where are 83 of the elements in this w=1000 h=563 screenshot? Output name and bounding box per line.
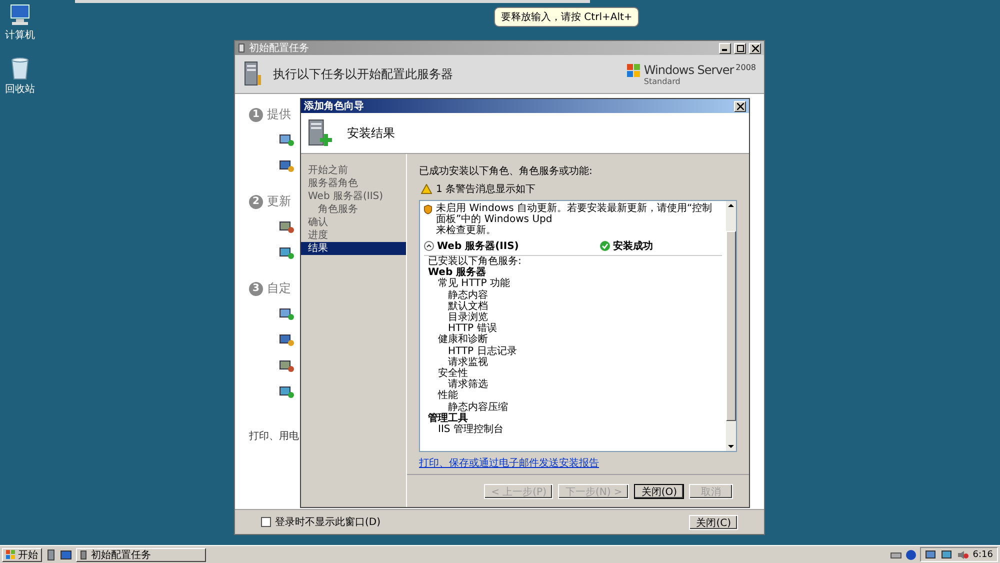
monitor-icon[interactable] xyxy=(940,550,953,560)
network-icon[interactable] xyxy=(924,550,937,560)
windows-logo-icon xyxy=(6,550,16,560)
warning-message: 来检查更新。 xyxy=(436,225,498,236)
service-item: 性能 xyxy=(436,390,458,402)
brand-edition: Standard xyxy=(644,76,682,86)
service-item: IIS 管理控制台 xyxy=(437,424,504,436)
wizard-step[interactable]: 确认 xyxy=(301,216,406,229)
window-title: 初始配置任务 xyxy=(249,42,310,55)
service-item: 管理工具 xyxy=(427,412,469,424)
server-icon[interactable] xyxy=(46,548,56,560)
tooltip: 要释放输入，请按 Ctrl+Alt+ xyxy=(494,7,640,27)
section-title: 自定 xyxy=(267,280,291,297)
section-title: 更新 xyxy=(267,193,291,210)
wizard-step[interactable]: 结果 xyxy=(301,242,406,255)
role-name: Web 服务器(IIS) xyxy=(437,240,520,253)
computer-icon xyxy=(8,4,32,26)
wizard-step[interactable]: 开始之前 xyxy=(301,164,406,177)
step-number: 3 xyxy=(249,282,263,296)
desktop-icon[interactable] xyxy=(60,550,72,560)
wizard-button[interactable]: 关闭(O) xyxy=(634,484,684,498)
scroll-up-icon xyxy=(726,201,736,210)
computer-icon xyxy=(279,159,295,173)
service-item: 请求监视 xyxy=(448,356,488,368)
service-item: Web 服务器 xyxy=(427,267,488,278)
collapse-icon[interactable] xyxy=(424,241,434,251)
warning-count: 1 条警告消息显示如下 xyxy=(436,182,536,196)
computer-icon xyxy=(279,333,295,347)
close-icon xyxy=(752,44,758,52)
wizard-step[interactable]: Web 服务器(IIS) xyxy=(301,190,406,203)
brand-name: Windows Server xyxy=(644,62,734,76)
service-item: 静态内容压缩 xyxy=(448,402,509,413)
close-button[interactable]: 关闭(C) xyxy=(689,514,738,530)
network-icon xyxy=(279,133,295,147)
section-title: 提供 xyxy=(267,106,291,123)
windows-logo-icon xyxy=(626,62,642,78)
service-item: 默认文档 xyxy=(447,300,489,312)
service-item: 请求筛选 xyxy=(448,379,489,390)
install-status: 安装成功 xyxy=(613,239,653,253)
close-button[interactable] xyxy=(749,42,761,54)
start-button[interactable]: 开始 xyxy=(2,548,42,562)
desktop-icon-label[interactable]: 计算机 xyxy=(5,28,35,42)
scrollbar[interactable] xyxy=(726,201,736,451)
report-link[interactable]: 打印、保存或通过电子邮件发送安装报告 xyxy=(419,456,599,470)
warning-icon xyxy=(421,184,432,194)
dialog-title: 添加角色向导 xyxy=(304,100,365,113)
scroll-down-icon xyxy=(726,442,736,451)
service-item: HTTP 错误 xyxy=(448,323,498,334)
wizard-step[interactable]: 角色服务 xyxy=(301,203,406,216)
footer-text: 打印、用电 xyxy=(249,430,300,443)
checkbox[interactable] xyxy=(261,517,271,527)
close-icon xyxy=(736,102,744,110)
service-item: 常见 HTTP 功能 xyxy=(437,278,511,290)
dialog-heading: 安装结果 xyxy=(347,124,395,142)
warning-message: 未启用 Windows 自动更新。若要安装最新更新，请使用“控制面板”中的 Windows Upd xyxy=(436,203,714,225)
service-item: 安全性 xyxy=(437,368,468,380)
summary-text: 已成功安装以下角色、角色服务或功能: xyxy=(419,164,594,178)
server-icon xyxy=(307,119,333,147)
step-number: 2 xyxy=(249,194,263,208)
taskbar-task[interactable]: 初始配置任务 xyxy=(76,548,206,562)
maximize-icon xyxy=(736,44,744,52)
services-intro: 已安装以下角色服务: xyxy=(427,256,522,267)
network-icon xyxy=(279,307,295,321)
maximize-button[interactable] xyxy=(734,42,746,54)
recycle-bin-icon xyxy=(10,56,30,80)
server-icon xyxy=(238,43,246,53)
minimize-button[interactable] xyxy=(719,42,731,54)
service-item: 目录浏览 xyxy=(447,312,488,324)
server-icon xyxy=(80,550,88,560)
desktop-icon-label[interactable]: 回收站 xyxy=(5,82,35,96)
wizard-step[interactable]: 进度 xyxy=(301,229,406,242)
service-item: 健康和诊断 xyxy=(437,334,489,346)
close-button[interactable] xyxy=(734,100,746,112)
wizard-step[interactable]: 服务器角色 xyxy=(301,177,406,190)
checkbox-label: 登录时不显示此窗口(D) xyxy=(275,516,382,529)
success-icon xyxy=(600,241,610,251)
step-number: 1 xyxy=(249,108,263,122)
clock[interactable]: 6:16 xyxy=(972,550,993,560)
service-item: HTTP 日志记录 xyxy=(447,346,518,357)
service-item: 静态内容 xyxy=(447,290,489,301)
header-title: 执行以下任务以开始配置此服务器 xyxy=(273,66,454,82)
brand-version: 2008 xyxy=(736,62,756,72)
shield-icon xyxy=(424,203,432,216)
